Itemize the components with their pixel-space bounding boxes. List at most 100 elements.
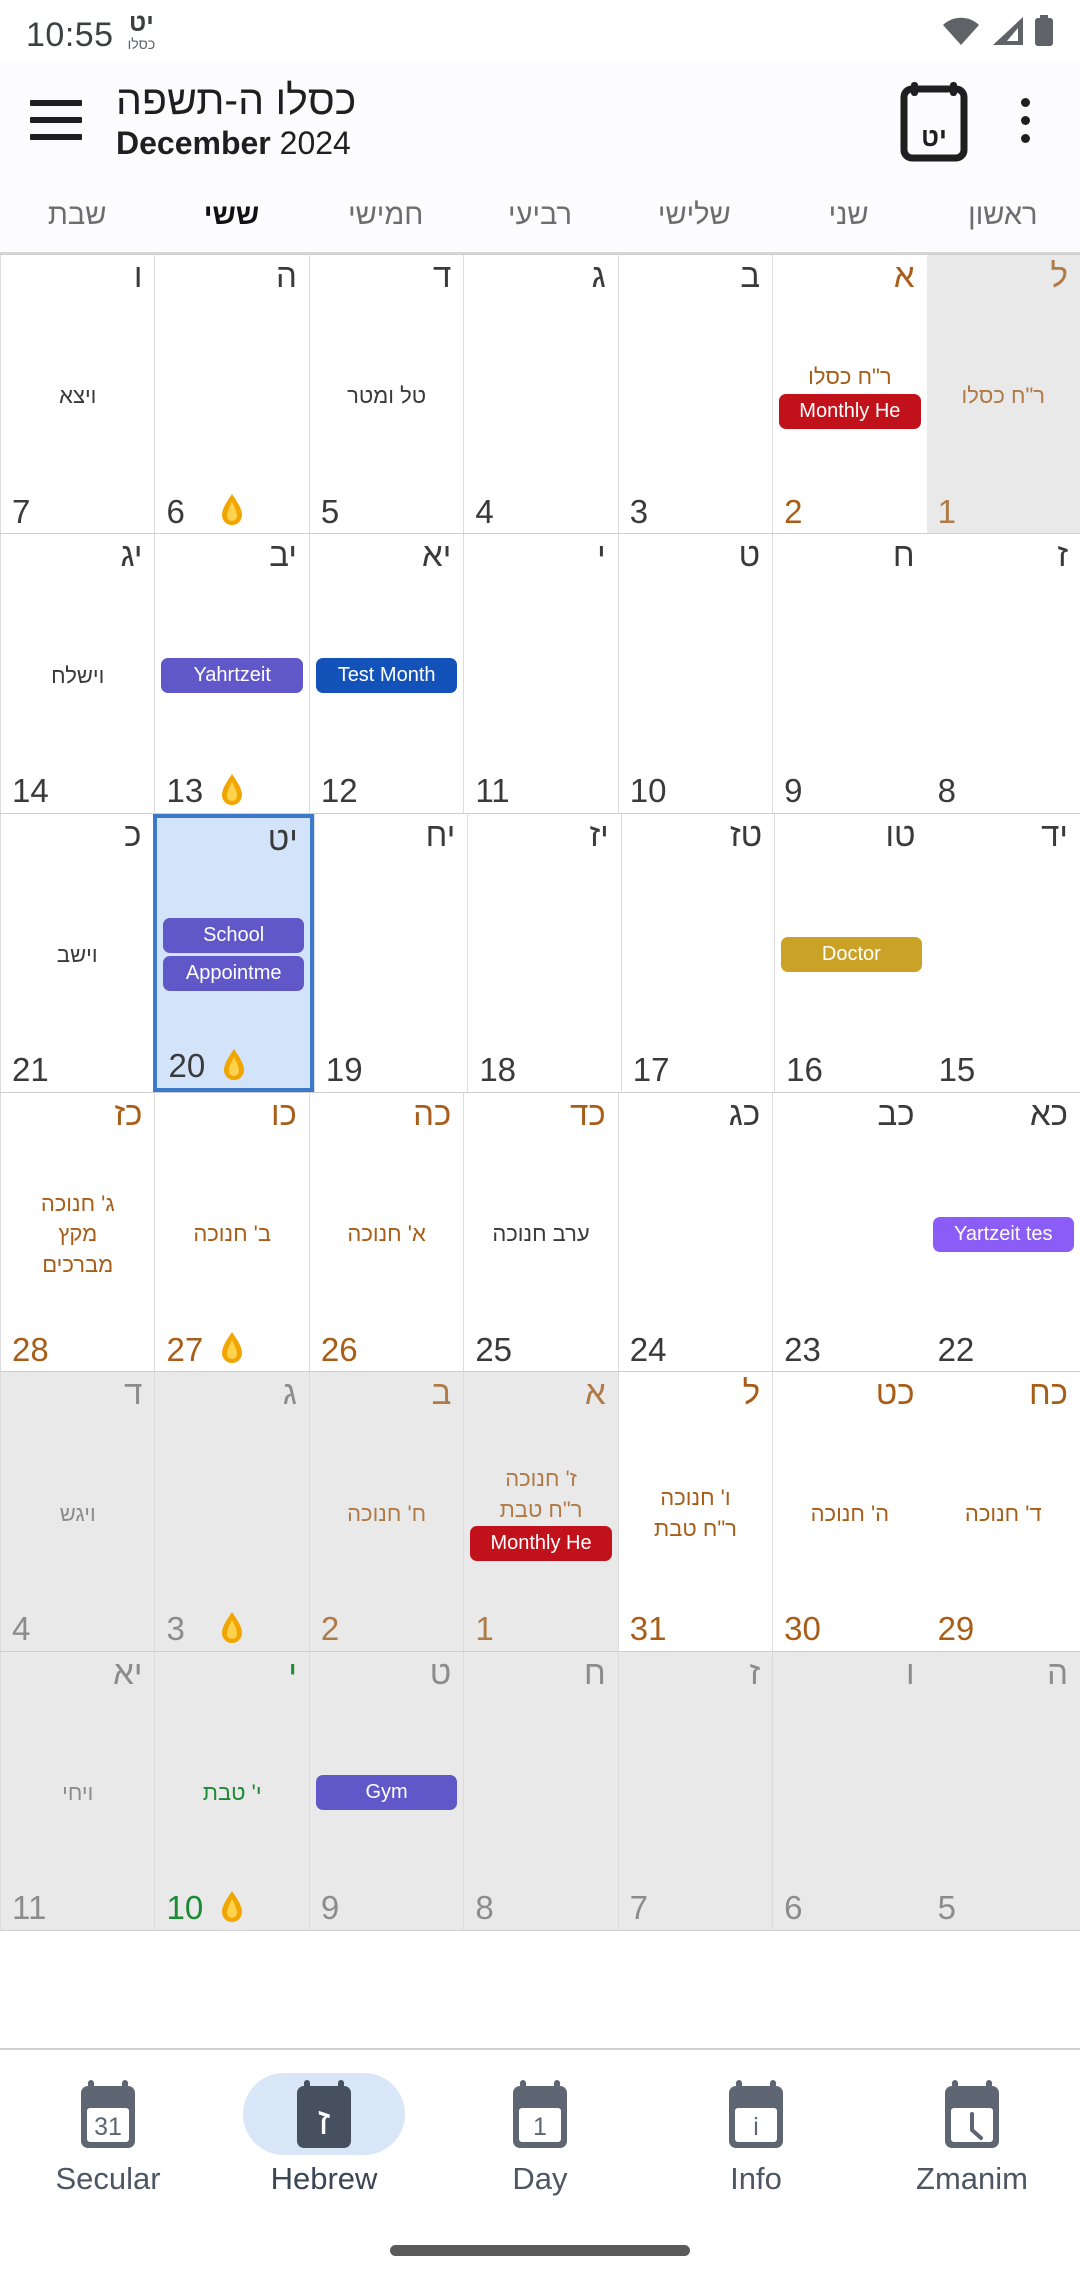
day-cell-content: Yahrtzeit (155, 584, 308, 766)
calendar-clock-icon (891, 2073, 1053, 2155)
day-cell-content (619, 1143, 772, 1325)
day-cell[interactable]: ז8 (926, 534, 1080, 813)
event-chip[interactable]: Doctor (781, 937, 922, 973)
day-cell[interactable]: טז 17 (620, 813, 775, 1092)
day-cell[interactable]: ד ויגש 4 (0, 1372, 155, 1651)
event-chip[interactable]: Monthly He (470, 1526, 612, 1562)
status-hebrew-day: יט (129, 8, 154, 37)
gregorian-day-number: 12 (320, 772, 358, 810)
hebrew-day-number: ב (431, 1374, 452, 1412)
day-cell[interactable]: כז ג' חנוכה מקץ מברכים 28 (0, 1092, 155, 1372)
bottom-nav-item-zmanim[interactable]: Zmanim (864, 2050, 1080, 2220)
day-cell[interactable]: כ וישב 21 (0, 813, 154, 1092)
day-cell[interactable]: א ר"ח כסלו Monthly He 2 (772, 255, 927, 534)
day-cell[interactable]: ח9 (772, 534, 927, 813)
day-cell[interactable]: כה א' חנוכה 26 (308, 1092, 464, 1372)
day-cell[interactable]: יא ויחי 11 (0, 1651, 155, 1930)
day-cell[interactable]: א ז' חנוכה ר"ח טבת Monthly He 1 (463, 1372, 618, 1651)
day-cell[interactable]: י 11 (463, 534, 618, 813)
day-cell-content (155, 305, 308, 487)
event-chip[interactable]: Yahrtzeit (161, 657, 303, 693)
page-title[interactable]: כסלו ה-תשפה December 2024 (116, 77, 356, 162)
day-cell[interactable]: ה6 (154, 255, 309, 534)
day-cell[interactable]: כח ד' חנוכה 29 (926, 1372, 1080, 1651)
more-vertical-icon[interactable] (994, 78, 1056, 162)
day-cell[interactable]: ז7 (617, 1651, 773, 1930)
bottom-nav-item-hebrew[interactable]: ז Hebrew (216, 2050, 432, 2220)
day-cell-content: ה' חנוכה (773, 1422, 926, 1604)
hebrew-day-number: ט (429, 1653, 452, 1691)
day-cell[interactable]: ג4 (463, 255, 618, 534)
toolbar-actions: יט (892, 78, 1056, 162)
event-chip[interactable]: Test Month (315, 657, 458, 693)
day-cell[interactable]: ב3 (617, 255, 773, 534)
day-cell[interactable]: ח8 (463, 1651, 618, 1930)
day-cell[interactable]: י י' טבת 10 (154, 1651, 309, 1930)
day-cell-content (619, 1702, 772, 1884)
gregorian-day-number: 26 (320, 1330, 358, 1368)
day-cell[interactable]: כא Yartzeit tes 22 (926, 1092, 1080, 1372)
hebrew-day-number: כא (1029, 1094, 1068, 1132)
week-row: כח ד' חנוכה 29 כט ה' חנוכה 30 ל ו' חנוכה ר"ח טבת… (0, 1372, 1080, 1652)
day-cell-content: ויחי (1, 1702, 154, 1884)
day-cell[interactable]: ל ר"ח כסלו 1 (926, 255, 1080, 534)
overflow-dot (1020, 115, 1030, 125)
bottom-nav-item-secular[interactable]: 31 Secular (0, 2050, 216, 2220)
bottom-nav-item-info[interactable]: i Info (648, 2050, 864, 2220)
day-cell[interactable]: ב ח' חנוכה 2 (308, 1372, 464, 1651)
day-cell[interactable]: יח 19 (313, 813, 468, 1092)
day-cell-content: ו' חנוכה ר"ח טבת (619, 1422, 772, 1604)
day-cell[interactable]: כו ב' חנוכה 27 (154, 1092, 309, 1372)
calendar-info-icon: i (675, 2073, 837, 2155)
hebrew-day-number: יג (120, 536, 143, 574)
day-event-text: ר"ח כסלו (961, 383, 1046, 409)
day-event-text: ויגש (59, 1500, 96, 1526)
calendar-today-icon[interactable]: יט (892, 78, 976, 162)
candle-lighting-icon (221, 1048, 247, 1082)
event-chip[interactable]: Gym (315, 1775, 458, 1811)
day-cell[interactable]: ל ו' חנוכה ר"ח טבת 31 (617, 1372, 773, 1651)
hebrew-day-number: ה (1047, 1653, 1068, 1691)
bottom-nav-label: Hebrew (270, 2161, 378, 2196)
day-cell[interactable]: ט 10 (617, 534, 773, 813)
bottom-nav-item-day[interactable]: 1 Day (432, 2050, 648, 2220)
day-event-text: ה' חנוכה (810, 1500, 890, 1526)
day-event-text: מקץ (58, 1221, 98, 1247)
day-cell[interactable]: ו6 (772, 1651, 927, 1930)
event-chip[interactable]: Monthly He (779, 393, 921, 429)
day-cell[interactable]: כג 24 (617, 1092, 773, 1372)
event-chip[interactable]: Yartzeit tes (932, 1216, 1075, 1252)
day-cell[interactable]: טו Doctor 16 (774, 813, 928, 1092)
day-cell[interactable]: ג3 (154, 1372, 309, 1651)
day-cell-content: ויצא (1, 305, 154, 487)
gregorian-day-number: 3 (629, 492, 649, 530)
day-cell[interactable]: ו ויצא 7 (0, 255, 155, 534)
weekday-header-6: שבת (47, 198, 107, 231)
candle-lighting-icon (219, 1611, 245, 1645)
event-chip[interactable]: Appointme (163, 956, 304, 992)
day-cell[interactable]: יב Yahrtzeit 13 (154, 534, 309, 813)
day-cell-content: ר"ח כסלו (927, 305, 1080, 487)
hebrew-day-number: כג (728, 1094, 761, 1132)
day-cell[interactable]: יז 18 (467, 813, 621, 1092)
day-cell-content (619, 305, 772, 487)
day-cell[interactable]: ה5 (926, 1651, 1080, 1930)
day-cell[interactable]: ד טל ומטר 5 (308, 255, 464, 534)
day-cell[interactable]: ט Gym 9 (308, 1651, 464, 1930)
day-cell-selected[interactable]: יט School Appointme 20 (153, 813, 314, 1092)
day-cell[interactable]: יד 15 (927, 813, 1080, 1092)
day-event-text: וישב (56, 942, 98, 968)
candle-lighting-icon (219, 773, 245, 807)
hamburger-menu-icon[interactable] (30, 89, 92, 151)
day-cell[interactable]: כד ערב חנוכה 25 (463, 1092, 618, 1372)
day-event-text: ר"ח טבת (499, 1496, 583, 1522)
hebrew-day-number: יד (1041, 815, 1068, 853)
title-year: 2024 (279, 124, 351, 161)
day-cell[interactable]: כב 23 (772, 1092, 927, 1372)
day-cell-content: א' חנוכה (310, 1143, 463, 1325)
gregorian-day-number: 10 (629, 772, 667, 810)
day-cell[interactable]: יג וישלח 14 (0, 534, 155, 813)
day-cell[interactable]: כט ה' חנוכה 30 (772, 1372, 927, 1651)
event-chip[interactable]: School (163, 918, 304, 954)
day-cell[interactable]: יא Test Month 12 (308, 534, 464, 813)
